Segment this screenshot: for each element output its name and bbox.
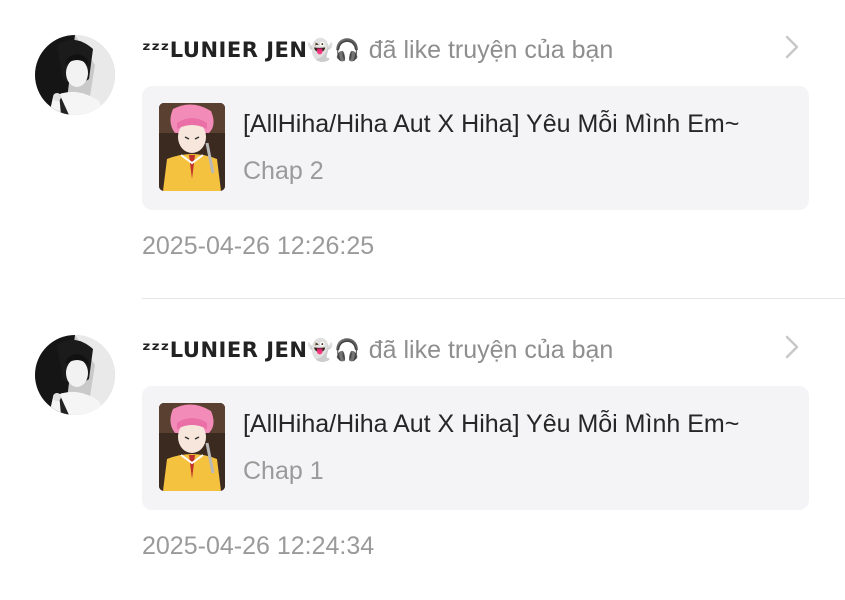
story-cover-pink-hair-character-icon [159,403,225,491]
user-name[interactable]: ᶻᶻᶻLUNIER JEN👻🎧 [142,38,361,63]
story-cover-image [159,103,225,191]
notification-feed: ᶻᶻᶻLUNIER JEN👻🎧 đã like truyện của bạn [… [0,0,845,600]
action-text: đã like truyện của bạn [368,35,614,64]
chevron-right-icon[interactable] [782,32,802,62]
timestamp: 2025-04-26 12:26:25 [142,232,375,260]
story-cover-pink-hair-character-icon [159,103,225,191]
divider [142,298,845,299]
notification-item[interactable]: ᶻᶻᶻLUNIER JEN👻🎧 đã like truyện của bạn [… [0,0,845,300]
notification-item[interactable]: ᶻᶻᶻLUNIER JEN👻🎧 đã like truyện của bạn [… [0,300,845,600]
story-cover-image [159,403,225,491]
story-card[interactable]: [AllHiha/Hiha Aut X Hiha] Yêu Mỗi Mình E… [142,86,809,210]
chevron-right-icon[interactable] [782,332,802,362]
user-name[interactable]: ᶻᶻᶻLUNIER JEN👻🎧 [142,338,361,363]
notification-headline: ᶻᶻᶻLUNIER JEN👻🎧 đã like truyện của bạn [142,330,613,370]
timestamp: 2025-04-26 12:24:34 [142,532,375,560]
avatar-manga-portrait-icon [35,35,115,115]
notification-headline: ᶻᶻᶻLUNIER JEN👻🎧 đã like truyện của bạn [142,30,613,70]
user-avatar[interactable] [35,35,115,115]
chapter-label: Chap 1 [243,457,324,485]
chapter-label: Chap 2 [243,157,324,185]
story-title[interactable]: [AllHiha/Hiha Aut X Hiha] Yêu Mỗi Mình E… [243,110,739,139]
story-title[interactable]: [AllHiha/Hiha Aut X Hiha] Yêu Mỗi Mình E… [243,410,739,439]
avatar-manga-portrait-icon [35,335,115,415]
story-card[interactable]: [AllHiha/Hiha Aut X Hiha] Yêu Mỗi Mình E… [142,386,809,510]
action-text: đã like truyện của bạn [368,335,614,364]
user-avatar[interactable] [35,335,115,415]
